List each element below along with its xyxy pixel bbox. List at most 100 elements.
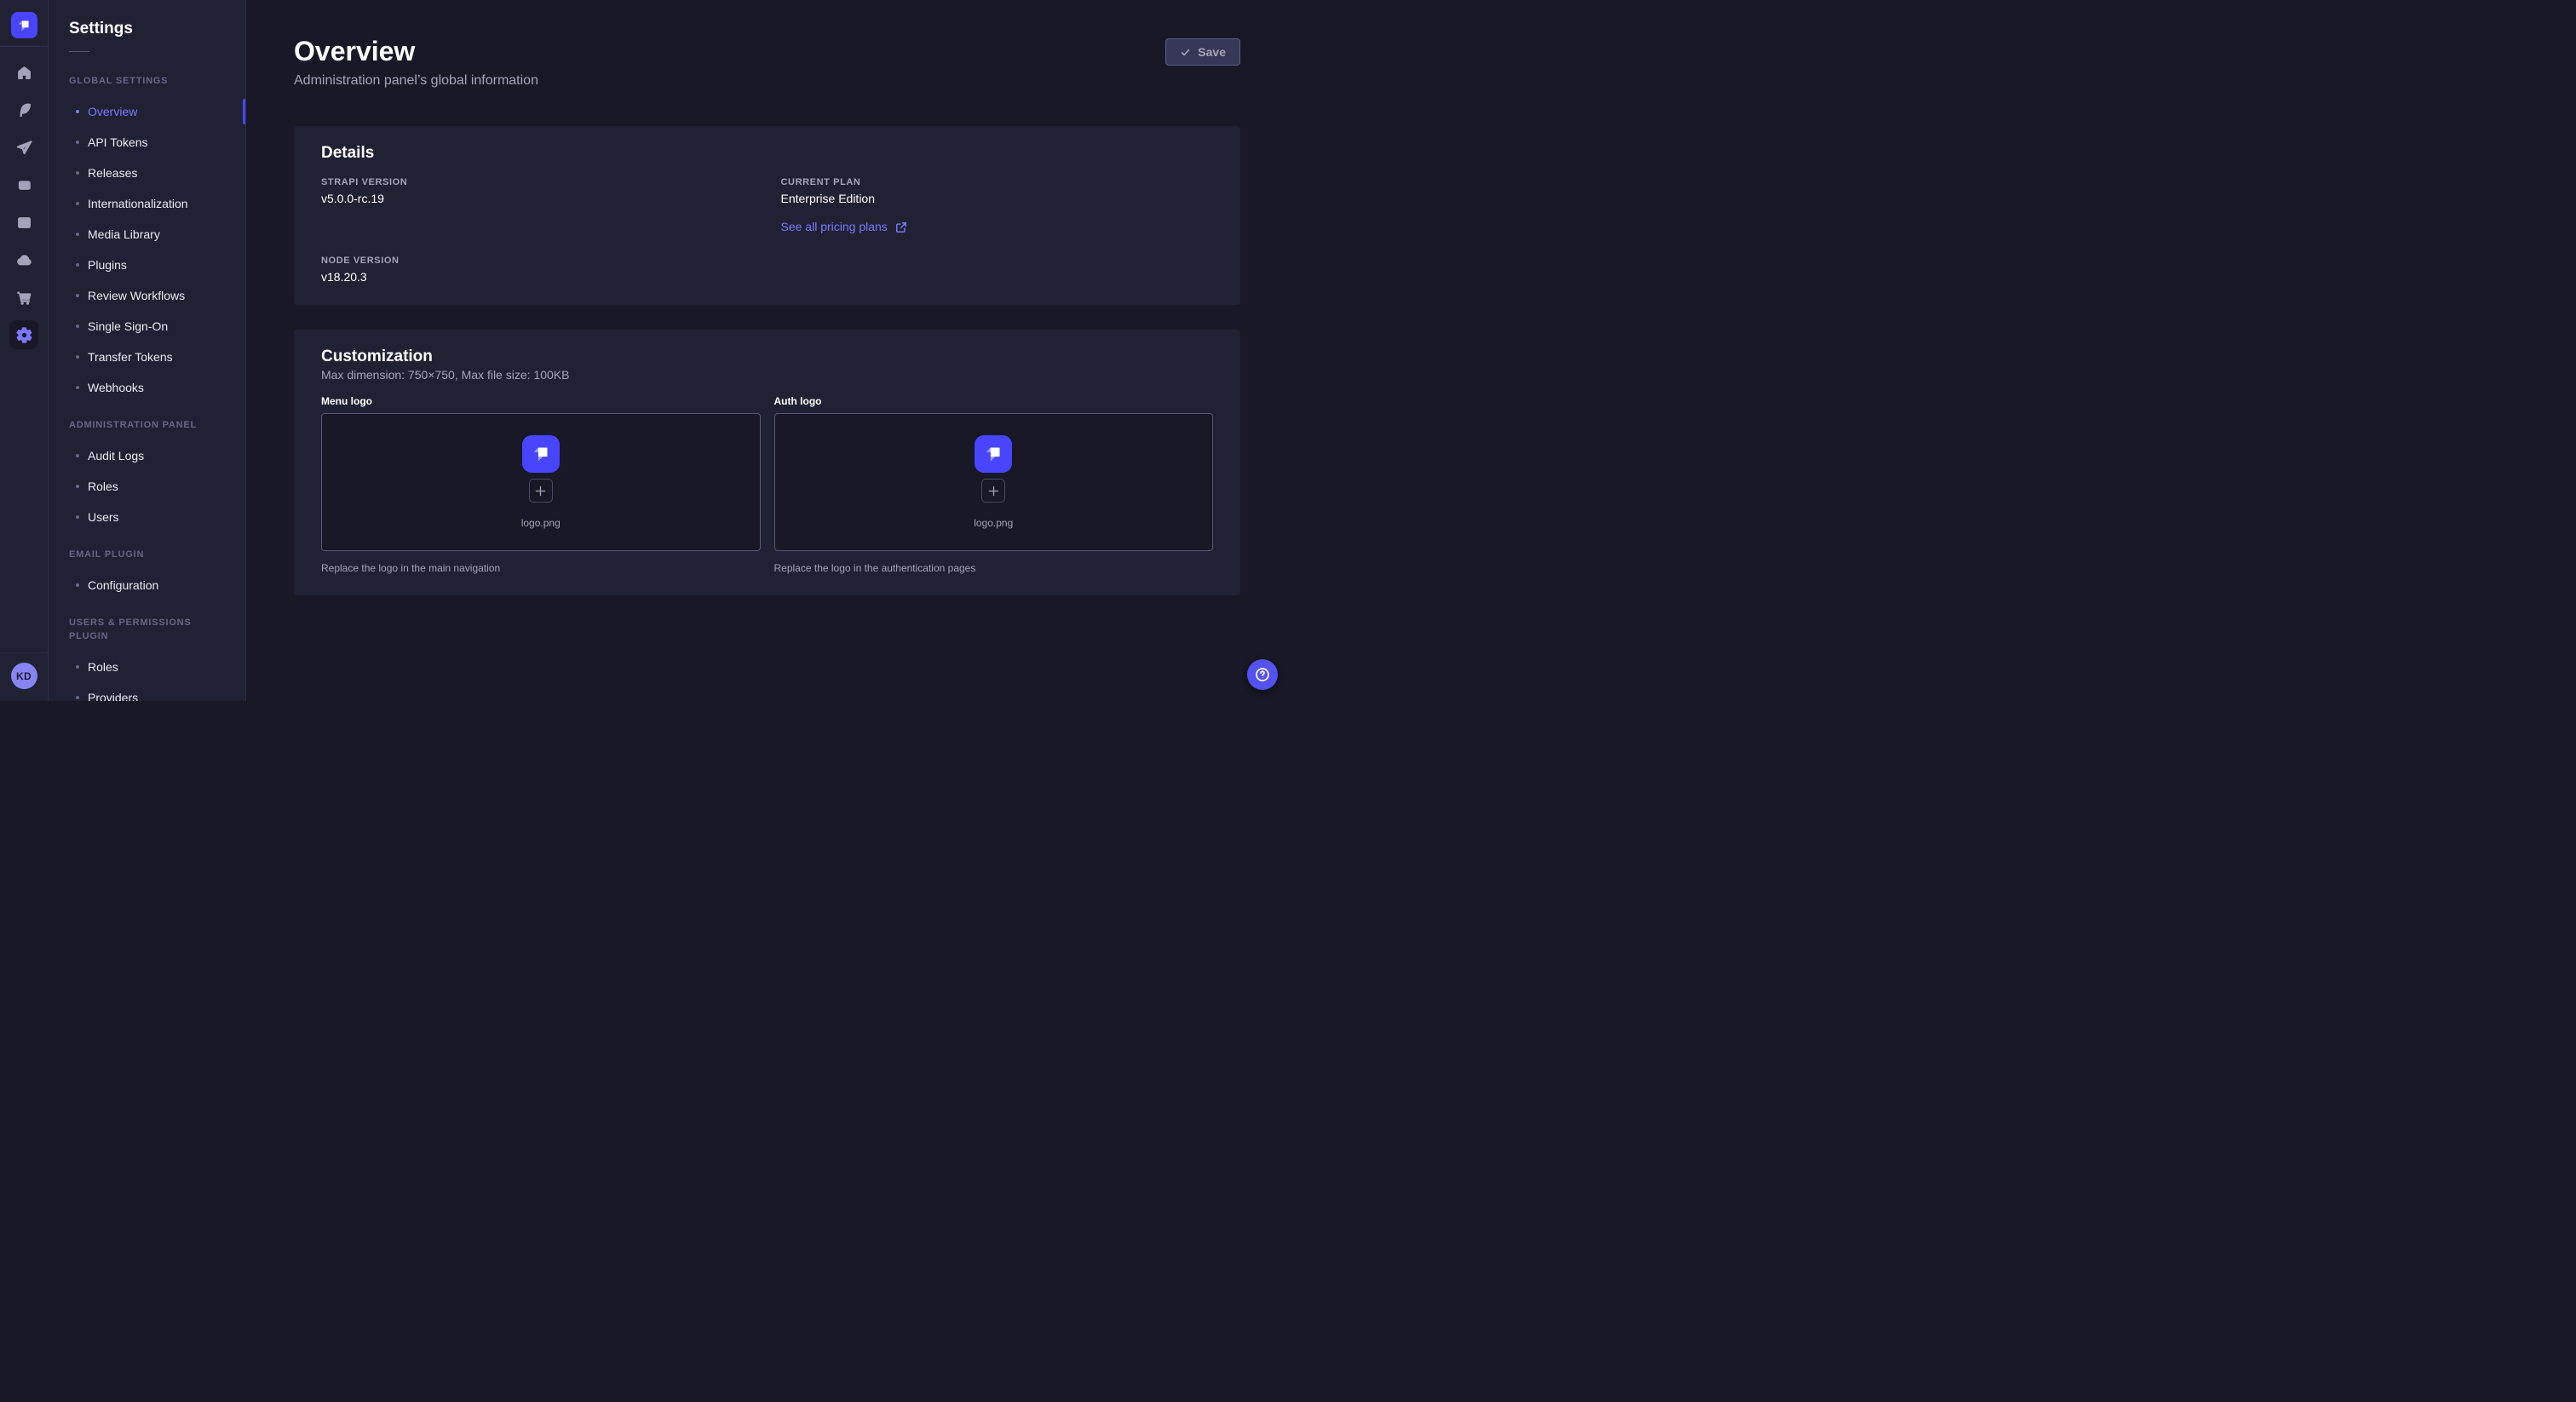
external-link-icon (895, 221, 907, 233)
section-label-email-plugin: EMAIL PLUGIN (49, 548, 245, 561)
customization-card-title: Customization (321, 347, 1213, 367)
page-title: Overview (294, 34, 1240, 68)
divider (0, 46, 48, 47)
current-plan-field: CURRENT PLAN Enterprise Edition See all … (781, 177, 1214, 235)
save-button[interactable]: Save (1165, 38, 1240, 66)
subnav-item-audit-logs[interactable]: Audit Logs (49, 440, 245, 471)
subnav-item-up-providers[interactable]: Providers (49, 682, 245, 701)
auth-logo-label: Auth logo (774, 396, 1214, 406)
send-plane-icon[interactable] (9, 133, 38, 162)
details-grid: STRAPI VERSION v5.0.0-rc.19 CURRENT PLAN… (321, 177, 1213, 284)
strapi-logo-icon (975, 435, 1012, 473)
nav-rail: KD (0, 0, 49, 701)
subnav-item-webhooks[interactable]: Webhooks (49, 372, 245, 403)
bullet-dot-icon (76, 233, 79, 236)
strapi-logo-icon[interactable] (11, 12, 37, 38)
bullet-dot-icon (76, 110, 79, 113)
strapi-version-field: STRAPI VERSION v5.0.0-rc.19 (321, 177, 754, 235)
details-card: Details STRAPI VERSION v5.0.0-rc.19 CURR… (294, 126, 1240, 305)
bullet-dot-icon (76, 355, 79, 359)
menu-logo-dropzone[interactable]: logo.png (321, 413, 761, 551)
menu-logo-upload: Menu logo (321, 396, 761, 575)
page-subtitle: Administration panel’s global informatio… (294, 72, 1240, 90)
auth-logo-filename: logo.png (974, 517, 1013, 529)
menu-logo-filename: logo.png (521, 517, 561, 529)
auth-logo-dropzone[interactable]: logo.png (774, 413, 1214, 551)
cards-section: Details STRAPI VERSION v5.0.0-rc.19 CURR… (246, 90, 1288, 595)
marketplace-cart-icon[interactable] (9, 283, 38, 312)
auth-logo-hint: Replace the logo in the authentication p… (774, 561, 1214, 575)
plus-icon (988, 486, 999, 497)
app-window: KD Settings GLOBAL SETTINGS Overview API… (0, 0, 1288, 701)
page-header: Overview Administration panel’s global i… (246, 0, 1288, 90)
layout-icon[interactable] (9, 208, 38, 237)
section-list-administration-panel: Audit Logs Roles Users (49, 440, 245, 532)
section-list-global-settings: Overview API Tokens Releases Internation… (49, 96, 245, 403)
user-avatar[interactable]: KD (11, 663, 37, 689)
main-content: Overview Administration panel’s global i… (246, 0, 1288, 701)
add-menu-logo-button[interactable] (529, 479, 553, 503)
settings-gear-icon[interactable] (9, 320, 38, 349)
bullet-dot-icon (76, 171, 79, 175)
subnav-item-single-sign-on[interactable]: Single Sign-On (49, 311, 245, 342)
node-version-field: NODE VERSION v18.20.3 (321, 256, 754, 284)
section-label-administration-panel: ADMINISTRATION PANEL (49, 418, 245, 432)
subnav-item-overview[interactable]: Overview (49, 96, 245, 127)
strapi-glyph-icon (528, 441, 554, 467)
bullet-dot-icon (76, 485, 79, 488)
cloud-icon[interactable] (9, 245, 38, 274)
divider (0, 652, 48, 653)
subnav-item-media-library[interactable]: Media Library (49, 219, 245, 250)
subnav-item-users[interactable]: Users (49, 502, 245, 532)
plus-icon (535, 486, 546, 497)
logo-uploads: Menu logo (321, 396, 1213, 575)
subnav-item-roles[interactable]: Roles (49, 471, 245, 502)
bullet-dot-icon (76, 263, 79, 267)
auth-logo-upload: Auth logo (774, 396, 1214, 575)
subnav-item-review-workflows[interactable]: Review Workflows (49, 280, 245, 311)
section-list-users-permissions-plugin: Roles Providers (49, 652, 245, 701)
bullet-dot-icon (76, 325, 79, 328)
help-button[interactable] (1247, 659, 1278, 690)
section-label-users-permissions-plugin: USERS & PERMISSIONS PLUGIN (49, 616, 245, 643)
subnav-item-up-roles[interactable]: Roles (49, 652, 245, 682)
subnav-item-api-tokens[interactable]: API Tokens (49, 127, 245, 158)
media-library-icon[interactable] (9, 170, 38, 199)
bullet-dot-icon (76, 665, 79, 669)
check-icon (1180, 47, 1191, 58)
strapi-glyph-icon (14, 16, 33, 35)
subnav-item-transfer-tokens[interactable]: Transfer Tokens (49, 342, 245, 372)
section-label-global-settings: GLOBAL SETTINGS (49, 74, 245, 88)
strapi-logo-icon (522, 435, 560, 473)
bullet-dot-icon (76, 515, 79, 519)
subnav-item-plugins[interactable]: Plugins (49, 250, 245, 280)
add-auth-logo-button[interactable] (981, 479, 1005, 503)
settings-subnav: Settings GLOBAL SETTINGS Overview API To… (49, 0, 246, 701)
subnav-item-internationalization[interactable]: Internationalization (49, 188, 245, 219)
bullet-dot-icon (76, 386, 79, 389)
menu-logo-label: Menu logo (321, 396, 761, 406)
customization-card: Customization Max dimension: 750×750, Ma… (294, 330, 1240, 595)
strapi-glyph-icon (980, 441, 1006, 467)
bullet-dot-icon (76, 141, 79, 144)
menu-logo-hint: Replace the logo in the main navigation (321, 561, 761, 575)
rail-bottom: KD (0, 652, 48, 701)
details-card-title: Details (321, 143, 1213, 164)
bullet-dot-icon (76, 583, 79, 587)
subnav-item-configuration[interactable]: Configuration (49, 570, 245, 600)
bullet-dot-icon (76, 294, 79, 297)
question-mark-icon (1254, 666, 1271, 683)
section-list-email-plugin: Configuration (49, 570, 245, 600)
pricing-plans-link[interactable]: See all pricing plans (781, 220, 907, 234)
subnav-title: Settings (49, 19, 245, 39)
subnav-item-releases[interactable]: Releases (49, 158, 245, 188)
bullet-dot-icon (76, 202, 79, 205)
bullet-dot-icon (76, 454, 79, 457)
content-feather-icon[interactable] (9, 95, 38, 124)
rail-nav (9, 58, 38, 349)
customization-card-subtitle: Max dimension: 750×750, Max file size: 1… (321, 367, 1213, 382)
home-icon[interactable] (9, 58, 38, 87)
divider (69, 51, 89, 52)
bullet-dot-icon (76, 696, 79, 699)
empty-field (781, 256, 1214, 284)
